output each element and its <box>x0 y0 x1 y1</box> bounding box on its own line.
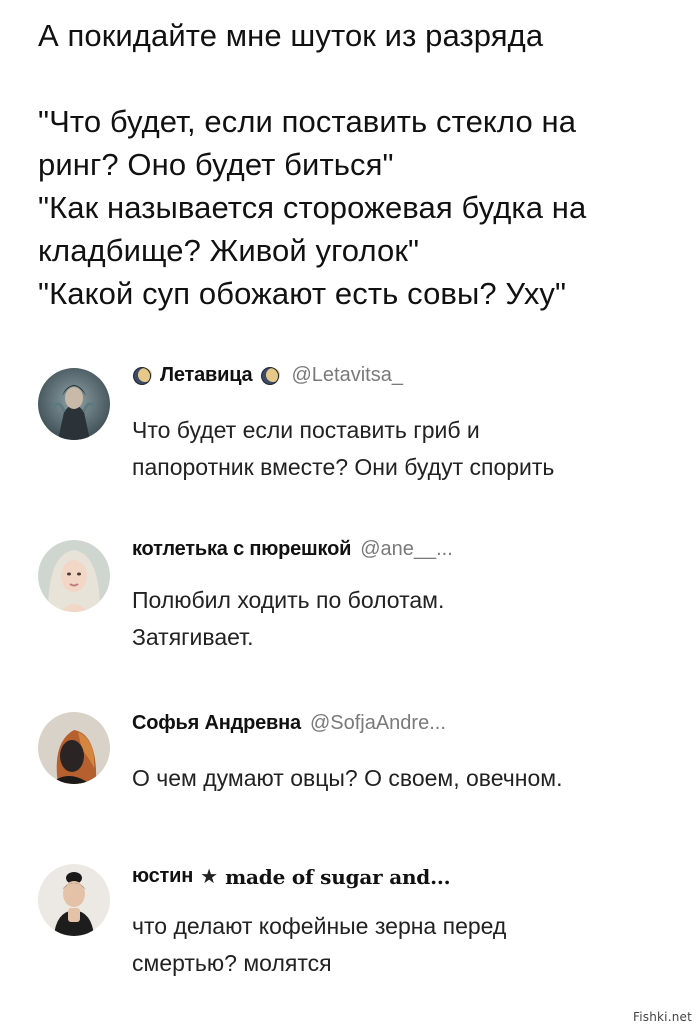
reply-line: Что будет если поставить гриб и <box>132 417 480 443</box>
author-name[interactable]: Софья Андревна <box>132 712 301 735</box>
reply-text: О чем думают овцы? О своем, овечном. <box>132 760 562 797</box>
avatar-image <box>38 368 110 440</box>
moon-icon <box>260 366 281 386</box>
avatar[interactable] <box>38 540 110 612</box>
post-line: "Что будет, если поставить стекло на <box>38 104 577 139</box>
author-handle[interactable]: @ane__... <box>360 538 453 561</box>
post-line: "Как называется сторожевая будка на <box>38 190 587 225</box>
reply-line: О чем думают овцы? О своем, овечном. <box>132 765 563 791</box>
reply-text: что делают кофейные зерна перед смертью?… <box>132 908 506 982</box>
post-line: "Какой суп обожают есть совы? Уху" <box>38 276 567 311</box>
author-name-suffix[interactable]: made of sugar and... <box>225 865 451 889</box>
reply-line: Полюбил ходить по болотам. <box>132 587 445 613</box>
reply-header: котлетька с пюрешкой @ane__... <box>132 538 453 561</box>
post-line: А покидайте мне шуток из разряда <box>38 18 544 53</box>
reply-line: смертью? молятся <box>132 950 332 976</box>
author-name[interactable]: котлетька с пюрешкой <box>132 538 351 561</box>
author-name[interactable]: юстин <box>132 865 193 888</box>
author-handle[interactable]: @SofjaAndre... <box>310 712 446 735</box>
star-icon: ★ <box>200 866 219 888</box>
author-handle[interactable]: @Letavitsa_ <box>291 364 402 387</box>
reply-header: юстин ★ made of sugar and... <box>132 864 451 889</box>
avatar[interactable] <box>38 864 110 936</box>
reply-header: Летавица @Letavitsa_ <box>132 364 403 387</box>
post-line-gap <box>38 57 688 100</box>
main-post-text: А покидайте мне шуток из разряда "Что бу… <box>38 14 688 315</box>
reply-line: Затягивает. <box>132 624 254 650</box>
avatar-image <box>38 864 110 936</box>
author-name[interactable]: Летавица <box>160 364 253 387</box>
post-line: кладбище? Живой уголок" <box>38 233 420 268</box>
reply-text: Полюбил ходить по болотам. Затягивает. <box>132 582 444 656</box>
post-line: ринг? Оно будет биться" <box>38 147 394 182</box>
avatar-image <box>38 540 110 612</box>
avatar[interactable] <box>38 368 110 440</box>
reply-line: что делают кофейные зерна перед <box>132 913 507 939</box>
avatar-image <box>38 712 110 784</box>
reply-header: Софья Андревна @SofjaAndre... <box>132 712 446 735</box>
watermark: Fishki.net <box>632 1010 692 1024</box>
reply-text: Что будет если поставить гриб и папоротн… <box>132 412 554 486</box>
moon-icon <box>132 366 152 386</box>
reply-line: папоротник вместе? Они будут спорить <box>132 454 555 480</box>
avatar[interactable] <box>38 712 110 784</box>
